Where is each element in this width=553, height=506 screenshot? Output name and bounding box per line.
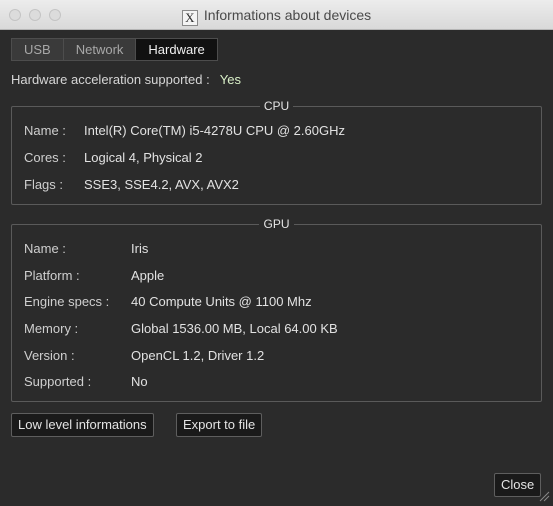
- gpu-name-label: Name :: [24, 241, 66, 256]
- gpu-supported-value: No: [131, 374, 148, 389]
- gpu-group: GPU Name : Iris Platform : Apple Engine sp…: [11, 217, 542, 402]
- cpu-cores-row: Cores : Logical 4, Physical 2: [24, 150, 203, 165]
- gpu-memory-row: Memory : Global 1536.00 MB, Local 64.00 K…: [24, 321, 338, 336]
- gpu-supported-label: Supported :: [24, 374, 92, 389]
- gpu-engine-specs-row: Engine specs : 40 Compute Units @ 1100 Mh…: [24, 294, 312, 309]
- resize-grip-icon[interactable]: [538, 490, 550, 502]
- hardware-acceleration-value: Yes: [219, 72, 241, 87]
- export-to-file-button[interactable]: Export to file: [176, 413, 263, 437]
- gpu-platform-row: Platform : Apple: [24, 268, 164, 283]
- cpu-cores-label: Cores :: [24, 150, 66, 165]
- x11-app-icon: X: [181, 10, 198, 26]
- gpu-version-label: Version :: [24, 348, 75, 363]
- hardware-acceleration-row: Hardware acceleration supported : Yes: [11, 72, 241, 87]
- gpu-supported-row: Supported : No: [24, 374, 148, 389]
- gpu-version-row: Version : OpenCL 1.2, Driver 1.2: [24, 348, 264, 363]
- gpu-name-value: Iris: [131, 241, 149, 256]
- cpu-group: CPU Name : Intel(R) Core(TM) i5-4278U CPU…: [11, 99, 542, 205]
- gpu-version-value: OpenCL 1.2, Driver 1.2: [131, 348, 265, 363]
- cpu-name-label: Name :: [24, 123, 66, 138]
- tab-bar: USB Network Hardware: [11, 38, 218, 61]
- cpu-group-title: CPU: [259, 99, 294, 113]
- gpu-platform-value: Apple: [131, 268, 165, 283]
- window-title-wrap: X Informations about devices: [0, 7, 553, 26]
- gpu-memory-label: Memory :: [24, 321, 79, 336]
- window-title: Informations about devices: [203, 7, 372, 23]
- hardware-acceleration-label: Hardware acceleration supported :: [11, 72, 210, 87]
- gpu-name-row: Name : Iris: [24, 241, 148, 256]
- close-button[interactable]: Close: [494, 473, 542, 497]
- gpu-platform-label: Platform :: [24, 268, 80, 283]
- tab-usb[interactable]: USB: [11, 38, 63, 61]
- gpu-engine-specs-label: Engine specs :: [24, 294, 110, 309]
- title-bar: X Informations about devices: [0, 0, 553, 30]
- cpu-cores-value: Logical 4, Physical 2: [84, 150, 203, 165]
- gpu-engine-specs-value: 40 Compute Units @ 1100 Mhz: [131, 294, 312, 309]
- tab-hardware[interactable]: Hardware: [135, 38, 218, 61]
- gpu-group-title: GPU: [259, 217, 294, 231]
- gpu-memory-value: Global 1536.00 MB, Local 64.00 KB: [131, 321, 338, 336]
- tab-network[interactable]: Network: [62, 38, 136, 61]
- cpu-name-row: Name : Intel(R) Core(TM) i5-4278U CPU @ 2…: [24, 123, 345, 138]
- cpu-flags-label: Flags :: [24, 177, 64, 192]
- cpu-flags-value: SSE3, SSE4.2, AVX, AVX2: [84, 177, 239, 192]
- cpu-name-value: Intel(R) Core(TM) i5-4278U CPU @ 2.60GHz: [84, 123, 345, 138]
- cpu-flags-row: Flags : SSE3, SSE4.2, AVX, AVX2: [24, 177, 239, 192]
- low-level-informations-button[interactable]: Low level informations: [11, 413, 154, 437]
